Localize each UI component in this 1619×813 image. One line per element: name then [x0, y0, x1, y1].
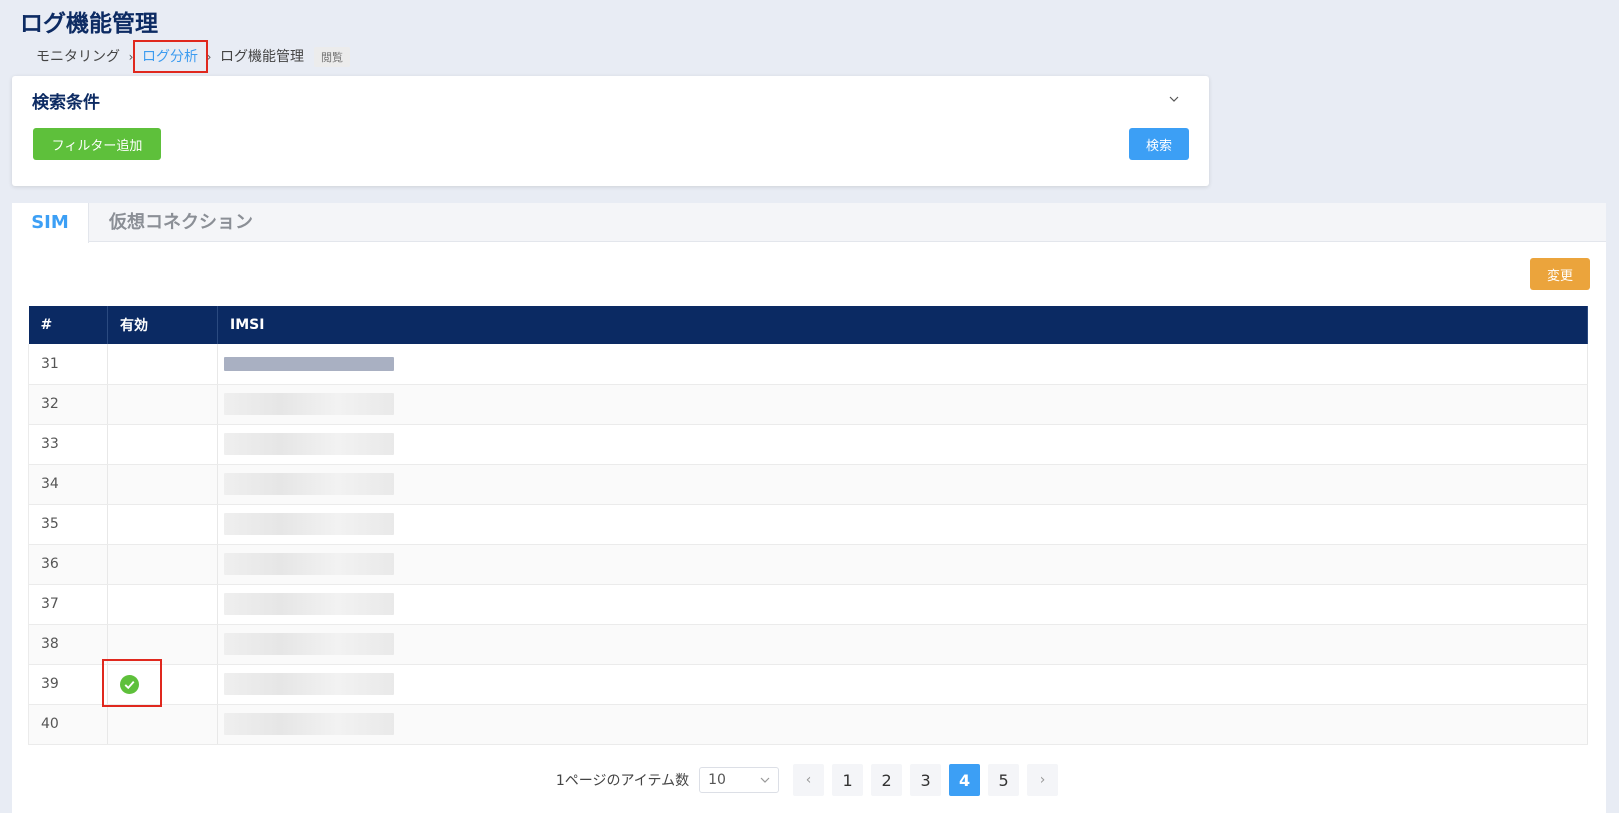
row-valid: [107, 544, 218, 585]
page-button-1[interactable]: 1: [832, 764, 864, 796]
row-imsi: [217, 704, 1588, 745]
table-body: 31 32 33 34 35 36 37 38 39 40: [28, 344, 1588, 745]
row-imsi: [217, 464, 1588, 505]
row-number: 31: [28, 344, 108, 385]
page-button-5[interactable]: 5: [988, 764, 1020, 796]
row-number: 33: [28, 424, 108, 465]
row-number: 36: [28, 544, 108, 585]
search-conditions-title: 検索条件: [32, 93, 100, 113]
breadcrumb-monitoring[interactable]: モニタリング: [36, 46, 120, 68]
table-row[interactable]: 38: [28, 624, 1588, 665]
page-button-4[interactable]: 4: [949, 764, 981, 796]
table-row[interactable]: 34: [28, 464, 1588, 505]
search-conditions-panel: 検索条件 フィルター追加 検索: [12, 76, 1209, 186]
row-imsi: [217, 544, 1588, 585]
chevron-down-icon: [760, 777, 770, 783]
table-row[interactable]: 31: [28, 344, 1588, 385]
row-imsi: [217, 424, 1588, 465]
page-button-3[interactable]: 3: [910, 764, 942, 796]
tabs-panel: SIM 仮想コネクション 変更 # 有効 IMSI 31 32 33 34 35 36 37…: [12, 203, 1606, 813]
prev-page-button[interactable]: ‹: [793, 764, 825, 796]
redacted-imsi: [224, 393, 394, 415]
table-row[interactable]: 36: [28, 544, 1588, 585]
table-row[interactable]: 39: [28, 658, 1588, 707]
row-number: 35: [28, 504, 108, 545]
row-valid: [107, 344, 218, 385]
tab-virtual-connection[interactable]: 仮想コネクション: [109, 203, 253, 243]
row-number: 37: [28, 584, 108, 625]
row-valid: [107, 704, 218, 745]
row-number: 32: [28, 384, 108, 425]
breadcrumb: モニタリング › ログ分析 › ログ機能管理 閲覧: [36, 40, 350, 73]
items-per-page-label: 1ページのアイテム数: [555, 773, 690, 789]
redacted-imsi: [224, 633, 394, 655]
change-button[interactable]: 変更: [1530, 258, 1590, 290]
row-number: 39: [28, 664, 108, 705]
redacted-imsi: [224, 473, 394, 495]
tab-sim[interactable]: SIM: [12, 203, 89, 243]
view-mode-badge: 閲覧: [314, 47, 350, 67]
row-valid: [102, 658, 218, 707]
pagination: 1ページのアイテム数 10 ‹ 12345 ›: [12, 764, 1606, 796]
tabs-bar: SIM 仮想コネクション: [12, 203, 1606, 243]
row-imsi: [217, 344, 1588, 385]
redacted-imsi: [224, 713, 394, 735]
row-imsi: [217, 504, 1588, 545]
row-valid: [107, 584, 218, 625]
redacted-imsi: [224, 553, 394, 575]
table-row[interactable]: 40: [28, 704, 1588, 745]
row-number: 40: [28, 704, 108, 745]
redacted-imsi: [224, 356, 394, 371]
row-valid: [107, 384, 218, 425]
page-size-value: 10: [708, 772, 726, 788]
redacted-imsi: [224, 673, 394, 695]
table-row[interactable]: 35: [28, 504, 1588, 545]
column-header-valid: 有効: [107, 306, 218, 344]
breadcrumb-log-function: ログ機能管理: [220, 49, 304, 65]
redacted-imsi: [224, 513, 394, 535]
column-header-number: #: [28, 306, 108, 344]
table-row[interactable]: 37: [28, 584, 1588, 625]
row-valid: [107, 464, 218, 505]
row-imsi: [217, 384, 1588, 425]
chevron-down-icon[interactable]: [1169, 94, 1179, 104]
redacted-imsi: [224, 593, 394, 615]
page-button-2[interactable]: 2: [871, 764, 903, 796]
page-number-list: 12345: [828, 764, 1023, 796]
column-header-imsi: IMSI: [217, 306, 1588, 344]
row-number: 34: [28, 464, 108, 505]
redacted-imsi: [224, 433, 394, 455]
table-row[interactable]: 32: [28, 384, 1588, 425]
row-valid: [107, 424, 218, 465]
page-title: ログ機能管理: [20, 11, 158, 37]
row-imsi: [217, 664, 1588, 705]
row-imsi: [217, 584, 1588, 625]
valid-status: [102, 658, 162, 707]
row-valid: [107, 504, 218, 545]
row-imsi: [217, 624, 1588, 665]
next-page-button[interactable]: ›: [1027, 764, 1059, 796]
sim-table: # 有効 IMSI 31 32 33 34 35 36 37 38 39 40: [28, 306, 1588, 745]
table-row[interactable]: 33: [28, 424, 1588, 465]
row-number: 38: [28, 624, 108, 665]
check-circle-icon: [120, 674, 139, 694]
page-size-select[interactable]: 10: [699, 767, 780, 793]
search-button[interactable]: 検索: [1129, 128, 1189, 160]
add-filter-button[interactable]: フィルター追加: [33, 128, 161, 160]
breadcrumb-log-analysis[interactable]: ログ分析: [133, 40, 208, 73]
